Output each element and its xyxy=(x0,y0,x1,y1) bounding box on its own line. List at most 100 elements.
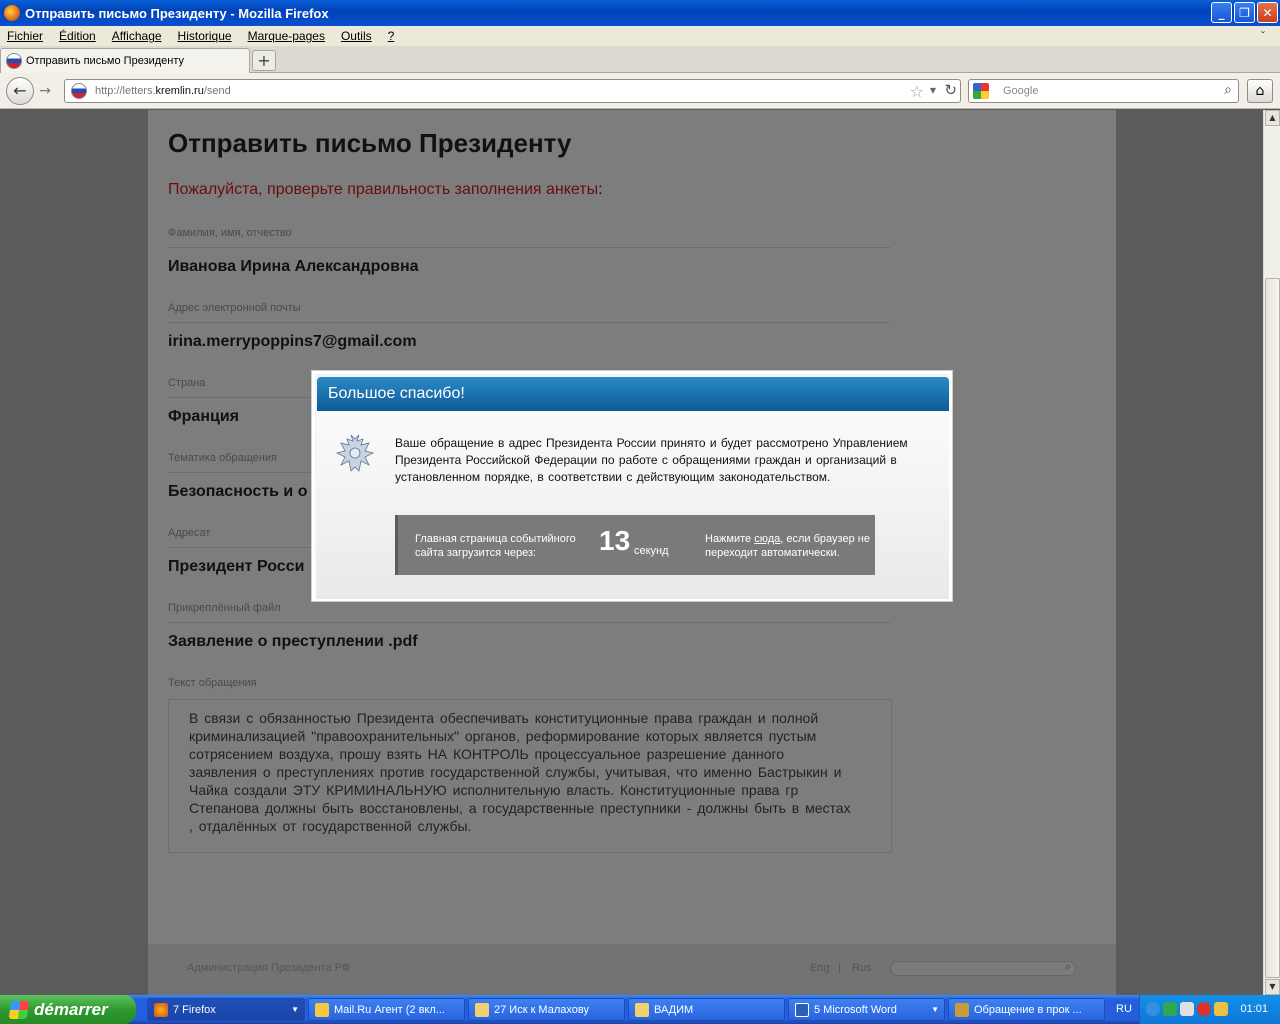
window-titlebar: Отправить письмо Президенту - Mozilla Fi… xyxy=(0,0,1280,26)
countdown-unit: секунд xyxy=(634,545,669,557)
chevron-down-icon: ▼ xyxy=(291,1005,299,1014)
coat-of-arms-icon xyxy=(335,434,375,472)
message-line: Степанова должны быть восстановлены, а г… xyxy=(189,800,851,816)
menu-outils[interactable]: Outils xyxy=(341,29,372,43)
thank-you-dialog: Большое спасибо! Ваше обращение в адрес … xyxy=(312,371,952,601)
message-line: Чайка создали ЭТУ КРИМИНАЛЬНУЮ исполните… xyxy=(189,782,799,798)
windows-taskbar: démarrer 7 Firefox ▼ Mail.Ru Агент (2 вк… xyxy=(0,995,1280,1024)
word-icon xyxy=(795,1002,809,1017)
footer-lang-separator: | xyxy=(838,962,841,974)
bookmark-star-icon[interactable]: ☆ xyxy=(910,82,924,101)
countdown-value: 13 xyxy=(599,525,631,556)
footer-lang-rus[interactable]: Rus xyxy=(852,962,872,974)
folder-icon xyxy=(475,1002,489,1017)
start-label: démarrer xyxy=(34,999,108,1019)
maximize-button[interactable]: ❐ xyxy=(1234,2,1255,23)
search-input[interactable]: Google xyxy=(1003,85,1038,97)
field-label-message: Текст обращения xyxy=(168,677,257,689)
scroll-up-arrow[interactable]: ▲ xyxy=(1265,110,1280,126)
menu-edition[interactable]: Édition xyxy=(59,29,96,43)
redirect-link[interactable]: сюда xyxy=(754,533,780,545)
navigation-bar: ← → http://letters.kremlin.ru/send ☆ ▼ ↻… xyxy=(0,73,1280,109)
start-button[interactable]: démarrer xyxy=(0,995,136,1024)
page-footer: Администрация Президента РФ Eng | Rus ⌕ xyxy=(148,944,1116,995)
task-mailru-agent[interactable]: Mail.Ru Агент (2 вкл... xyxy=(308,998,465,1021)
task-label: Обращение в прок ... xyxy=(974,1003,1082,1016)
language-indicator[interactable]: RU xyxy=(1116,1003,1132,1015)
menu-fichier[interactable]: Fichier xyxy=(7,29,43,43)
url-bar[interactable]: http://letters.kremlin.ru/send ☆ ▼ ↻ xyxy=(64,79,961,103)
windows-logo-icon xyxy=(8,1000,30,1019)
network-icon[interactable] xyxy=(1163,1002,1177,1016)
history-dropdown-icon[interactable]: ▼ xyxy=(930,86,936,95)
task-label: ВАДИМ xyxy=(654,1003,694,1016)
menu-affichage[interactable]: Affichage xyxy=(112,29,162,43)
back-button[interactable]: ← xyxy=(6,77,34,105)
forward-button[interactable]: → xyxy=(34,81,56,101)
mail-icon xyxy=(315,1002,329,1017)
vertical-scrollbar[interactable]: ▲ ▼ xyxy=(1263,110,1280,995)
document-icon xyxy=(955,1002,969,1017)
home-button[interactable]: ⌂ xyxy=(1247,79,1273,103)
footer-search-input[interactable]: ⌕ xyxy=(890,961,1076,976)
system-tray: 01:01 xyxy=(1139,995,1280,1024)
tab-label: Отправить письмо Президенту xyxy=(26,55,185,67)
task-document[interactable]: Обращение в прок ... xyxy=(948,998,1105,1021)
task-label: 27 Иск к Малахову xyxy=(494,1003,589,1016)
menu-bar: Fichier Édition Affichage Historique Mar… xyxy=(0,26,1280,46)
footer-lang-eng[interactable]: Eng xyxy=(810,962,830,974)
validation-warning: Пожалуйста, проверьте правильность запол… xyxy=(168,181,603,198)
message-line: , отдалённых от государственной службы. xyxy=(189,818,472,834)
window-title: Отправить письмо Президенту - Mozilla Fi… xyxy=(25,5,329,21)
search-icon[interactable]: ⌕ xyxy=(1224,82,1232,98)
message-line: криминализацией "правоохранительных" орг… xyxy=(189,728,817,744)
chevron-left-icon[interactable] xyxy=(1146,1002,1160,1016)
firefox-icon xyxy=(4,5,20,21)
url-text[interactable]: http://letters.kremlin.ru/send xyxy=(95,85,231,97)
task-folder-malakhov[interactable]: 27 Иск к Малахову xyxy=(468,998,625,1021)
new-tab-button[interactable]: + xyxy=(252,50,276,71)
field-value-fullname: Иванова Ирина Александровна xyxy=(168,258,419,275)
menu-help[interactable]: ? xyxy=(388,29,395,43)
task-microsoft-word[interactable]: 5 Microsoft Word ▼ xyxy=(788,998,945,1021)
chevron-down-icon: ˇ xyxy=(1261,29,1265,43)
task-folder-vadim[interactable]: ВАДИМ xyxy=(628,998,785,1021)
footer-admin-link[interactable]: Администрация Президента РФ xyxy=(187,962,350,974)
agent-icon[interactable] xyxy=(1214,1002,1228,1016)
scroll-thumb[interactable] xyxy=(1265,278,1280,978)
task-label: 7 Firefox xyxy=(173,1003,216,1016)
message-line: сотрясением воздуха, прошу взять НА КОНТ… xyxy=(189,746,785,762)
clock: 01:01 xyxy=(1240,1003,1268,1015)
field-label-fullname: Фамилия, имя, отчество xyxy=(168,227,890,248)
redirect-hint: Нажмите сюда, если браузер не переходит … xyxy=(705,533,870,559)
reload-icon[interactable]: ↻ xyxy=(944,81,957,99)
countdown-label: Главная страница событийного сайта загру… xyxy=(415,533,576,559)
site-identity-icon[interactable] xyxy=(71,83,87,99)
field-value-attachment: Заявление о преступлении .pdf xyxy=(168,633,418,650)
message-text: В связи с обязанностью Президента обеспе… xyxy=(168,699,892,853)
field-value-email: irina.merrypoppins7@gmail.com xyxy=(168,333,417,350)
tab-current[interactable]: Отправить письмо Президенту xyxy=(0,48,250,73)
folder-icon xyxy=(635,1002,649,1017)
russian-flag-icon xyxy=(6,53,22,69)
search-icon[interactable]: ⌕ xyxy=(1065,961,1071,974)
menu-marque-pages[interactable]: Marque-pages xyxy=(248,29,325,43)
close-button[interactable]: ✕ xyxy=(1257,2,1278,23)
task-firefox[interactable]: 7 Firefox ▼ xyxy=(147,998,305,1021)
redirect-countdown: Главная страница событийного сайта загру… xyxy=(395,515,875,575)
task-label: 5 Microsoft Word xyxy=(814,1003,897,1016)
dialog-body: Ваше обращение в адрес Президента России… xyxy=(317,411,949,599)
search-bar[interactable]: Google ⌕ xyxy=(968,79,1239,103)
antivirus-icon[interactable] xyxy=(1197,1002,1211,1016)
page-title: Отправить письмо Президенту xyxy=(168,128,572,158)
mail-icon[interactable] xyxy=(1180,1002,1194,1016)
dialog-title: Большое спасибо! xyxy=(317,377,949,411)
field-label-email: Адрес электронной почты xyxy=(168,302,890,323)
minimize-button[interactable]: _ xyxy=(1211,2,1232,23)
message-line: заявления о преступлениях против государ… xyxy=(189,764,842,780)
menu-historique[interactable]: Historique xyxy=(178,29,232,43)
scroll-down-arrow[interactable]: ▼ xyxy=(1265,979,1280,995)
message-line: В связи с обязанностью Президента обеспе… xyxy=(189,710,819,726)
google-icon[interactable] xyxy=(973,83,989,99)
chevron-down-icon: ▼ xyxy=(931,1005,939,1014)
